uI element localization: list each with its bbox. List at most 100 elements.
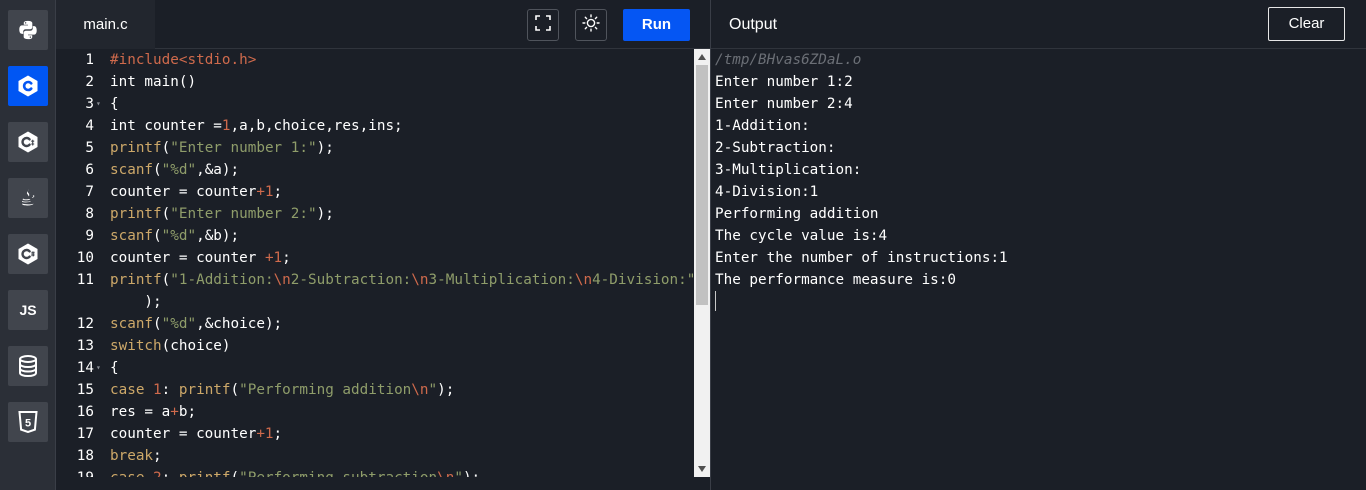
code-text: int counter =1,a,b,choice,res,ins; (110, 115, 403, 137)
code-line[interactable]: 16 res = a+b; (56, 401, 694, 423)
code-token: counter = counter (110, 426, 257, 442)
line-number: 5 (85, 140, 94, 156)
language-java-button[interactable] (8, 178, 48, 218)
code-token: 3-Multiplication: (428, 272, 575, 288)
code-token: ; (273, 184, 283, 200)
code-token: scanf (110, 162, 154, 178)
csharp-icon (16, 242, 40, 266)
code-line[interactable]: 6 scanf("%d",&a); (56, 159, 694, 181)
code-line[interactable]: 14 ▾ { (56, 357, 694, 379)
code-token: ); (463, 470, 480, 477)
code-line[interactable]: 8 printf("Enter number 2:"); (56, 203, 694, 225)
code-line[interactable]: 12 scanf("%d",&choice); (56, 313, 694, 335)
code-token: "%d" (161, 162, 197, 178)
language-cpp-button[interactable] (8, 122, 48, 162)
output-line: 3-Multiplication: (715, 162, 862, 178)
output-header: Output Clear (711, 0, 1366, 49)
code-line[interactable]: 3 ▾ { (56, 93, 694, 115)
language-sql-button[interactable] (8, 346, 48, 386)
code-line[interactable]: 17 counter = counter+1; (56, 423, 694, 445)
clear-button[interactable]: Clear (1268, 7, 1345, 41)
file-tab-main-c[interactable]: main.c (56, 0, 155, 49)
js-icon: JS (19, 302, 37, 318)
code-text: switch(choice) (110, 335, 231, 357)
code-line[interactable]: 18 break; (56, 445, 694, 467)
code-token: ); (316, 140, 334, 156)
output-line: 2-Subtraction: (715, 140, 836, 156)
run-button[interactable]: Run (623, 9, 690, 41)
code-token: counter = counter (110, 184, 257, 200)
code-token: \n (273, 272, 291, 288)
language-csharp-button[interactable] (8, 234, 48, 274)
language-javascript-button[interactable]: JS (8, 290, 48, 330)
code-token: { (110, 360, 119, 376)
code-text: break; (110, 445, 162, 467)
line-number: 11 (76, 272, 94, 288)
line-number: 12 (76, 316, 94, 332)
code-editor[interactable]: 1 #include<stdio.h> 2 int main() 3 ▾{4 int cou… (56, 49, 694, 477)
code-token: "%d" (161, 228, 197, 244)
code-line[interactable]: 5 printf("Enter number 1:"); (56, 137, 694, 159)
code-text: { (110, 93, 119, 115)
code-line[interactable]: 9 scanf("%d",&b); (56, 225, 694, 247)
code-token: 1 (221, 118, 231, 134)
line-number: 6 (85, 162, 94, 178)
output-console[interactable]: /tmp/BHvas6ZDaL.o Enter number 1:2 Enter … (711, 49, 1366, 490)
code-text: counter = counter+1; (110, 181, 282, 203)
code-token: b; (178, 404, 197, 420)
code-token: " (428, 382, 438, 398)
online-compiler: JS 5 main.c Run 1 #include<stdio.h> 2 in… (0, 0, 1366, 490)
code-token: #include (110, 52, 179, 68)
code-token: 2-Subtraction: (290, 272, 412, 288)
code-token: "%d" (161, 316, 197, 332)
line-number: 19 (56, 467, 94, 477)
code-line[interactable]: 19 case 2: printf("Performing subtraction… (56, 467, 694, 477)
theme-toggle-button[interactable] (575, 9, 607, 41)
line-number: 17 (76, 426, 94, 442)
code-token: "Performing subtraction (239, 470, 437, 477)
scroll-up-arrow-icon[interactable] (694, 49, 710, 65)
code-token: <stdio.h> (178, 52, 257, 68)
scroll-down-arrow-icon[interactable] (694, 461, 710, 477)
output-title: Output (729, 16, 778, 33)
editor-scrollbar[interactable] (694, 49, 710, 477)
code-line[interactable]: ); (56, 291, 694, 313)
code-line[interactable]: 10 counter = counter +1; (56, 247, 694, 269)
scrollbar-thumb[interactable] (696, 65, 708, 305)
code-token: ,&choice); (196, 316, 283, 332)
code-text: case 2: printf("Performing subtraction\n… (110, 467, 480, 477)
code-line[interactable]: 1 #include<stdio.h> (56, 49, 694, 71)
output-line: The cycle value is:4 (715, 228, 888, 244)
text-cursor (715, 291, 716, 311)
language-python-button[interactable] (8, 10, 48, 50)
language-c-button[interactable] (8, 66, 48, 106)
c-icon (16, 74, 40, 98)
code-line[interactable]: 2 int main() (56, 71, 694, 93)
code-token: "1-Addition: (170, 272, 274, 288)
code-token: ; (153, 448, 162, 464)
code-token: ( (230, 382, 240, 398)
code-token: 4-Division:" (592, 272, 694, 288)
fullscreen-icon (535, 14, 551, 36)
fullscreen-button[interactable] (527, 9, 559, 41)
code-token: ( (161, 206, 171, 222)
code-token: case (110, 382, 145, 398)
language-html-button[interactable]: 5 (8, 402, 48, 442)
cpp-icon (16, 130, 40, 154)
fold-arrow-icon[interactable]: ▾ (96, 93, 101, 115)
code-token: ); (316, 206, 334, 222)
code-token: int main() (110, 74, 197, 90)
code-token: \n (411, 272, 429, 288)
code-text: scanf("%d",&choice); (110, 313, 282, 335)
code-token: switch (110, 338, 162, 354)
code-line[interactable]: 11 printf("1-Addition:\n2-Subtraction:\n3… (56, 269, 694, 291)
code-line[interactable]: 15 case 1: printf("Performing addition\n"… (56, 379, 694, 401)
code-token: \n (437, 470, 454, 477)
code-line[interactable]: 4 int counter =1,a,b,choice,res,ins; (56, 115, 694, 137)
code-line[interactable]: 7 counter = counter+1; (56, 181, 694, 203)
code-token: \n (411, 382, 429, 398)
fold-arrow-icon[interactable]: ▾ (96, 357, 101, 379)
code-token: ( (161, 272, 171, 288)
code-line[interactable]: 13 switch(choice) (56, 335, 694, 357)
